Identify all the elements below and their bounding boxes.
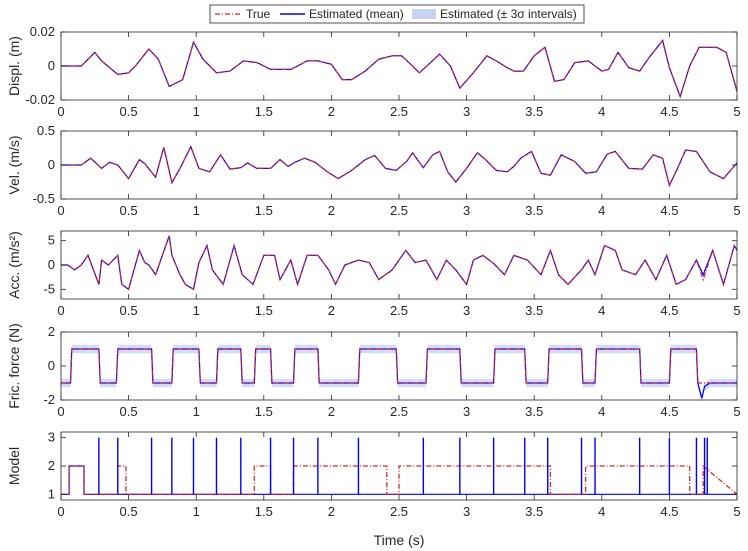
x-tick-label: 3.5: [525, 504, 543, 519]
y-tick-label: 0: [48, 358, 55, 373]
legend-band-swatch: [412, 9, 436, 19]
y-axis-label: Model: [6, 447, 22, 485]
y-tick-label: 0: [48, 58, 55, 73]
y-tick-label: -5: [43, 281, 55, 296]
x-tick-label: 1: [193, 504, 200, 519]
x-tick-label: 1: [193, 303, 200, 318]
y-tick-label: 1: [48, 486, 55, 501]
x-tick-label: 1.5: [255, 303, 273, 318]
x-axis-label: Time (s): [374, 532, 425, 548]
x-tick-label: 4.5: [660, 203, 678, 218]
x-tick-label: 2.5: [390, 303, 408, 318]
x-tick-label: 2: [328, 404, 335, 419]
legend-mean-label: Estimated (mean): [309, 7, 404, 21]
y-tick-label: 5: [48, 233, 55, 248]
y-axis-label: Displ. (m): [6, 36, 22, 96]
x-tick-label: 2.5: [390, 504, 408, 519]
x-tick-label: 1.5: [255, 104, 273, 119]
x-tick-label: 2.5: [390, 104, 408, 119]
x-tick-label: 0.5: [120, 404, 138, 419]
x-tick-label: 5: [733, 303, 740, 318]
y-axis-label: Fric. force (N): [6, 323, 22, 409]
x-tick-label: 3: [463, 104, 470, 119]
x-tick-label: 0.5: [120, 203, 138, 218]
panel-5: 1 2 3 0 0.5 1 1.5 2 2.5 3 3.5 4 4.5 5 Model: [6, 430, 741, 519]
x-tick-label: 0.5: [120, 504, 138, 519]
panel-4: -2020 0.5 1 1.5 2 2.5 3 3.5 4 4.5 5Fric. force (N): [6, 323, 741, 419]
x-tick-label: 5: [733, 404, 740, 419]
x-tick-label: 4.5: [660, 404, 678, 419]
x-tick-label: 5: [733, 203, 740, 218]
y-axis-label: Acc. (m/s²): [6, 231, 22, 299]
x-tick-label: 1.5: [255, 404, 273, 419]
x-tick-label: 3: [463, 203, 470, 218]
plot-area: [61, 231, 737, 299]
x-tick-label: 3.5: [525, 303, 543, 318]
x-tick-label: 4: [598, 104, 605, 119]
x-tick-label: 2.5: [390, 404, 408, 419]
x-tick-label: 1.5: [255, 203, 273, 218]
x-tick-label: 2: [328, 203, 335, 218]
x-tick-label: 0: [57, 203, 64, 218]
x-tick-label: 2: [328, 504, 335, 519]
x-tick-label: 4: [598, 303, 605, 318]
x-tick-label: 5: [733, 504, 740, 519]
x-tick-label: 5: [733, 104, 740, 119]
x-tick-label: 4: [598, 203, 605, 218]
legend-band-label: Estimated (± 3σ intervals): [440, 7, 577, 21]
x-tick-label: 4.5: [660, 303, 678, 318]
x-tick-label: 2: [328, 104, 335, 119]
x-tick-label: 4: [598, 404, 605, 419]
x-tick-label: 1.5: [255, 504, 273, 519]
x-tick-label: 3: [463, 404, 470, 419]
panel-2: -0.500.50 0.5 1 1.5 2 2.5 3 3.5 4 4.5 5Vel. (m/s): [6, 123, 741, 218]
x-tick-label: 3.5: [525, 203, 543, 218]
x-tick-label: 4.5: [660, 104, 678, 119]
legend: True Estimated (mean) Estimated (± 3σ in…: [209, 4, 585, 24]
x-tick-label: 0: [57, 504, 64, 519]
y-tick-label: -2: [43, 392, 55, 407]
x-tick-label: 1: [193, 203, 200, 218]
figure: True Estimated (mean) Estimated (± 3σ in…: [6, 4, 741, 548]
y-tick-label: 0.02: [30, 24, 55, 39]
x-tick-label: 0: [57, 303, 64, 318]
x-tick-label: 3.5: [525, 404, 543, 419]
x-tick-label: 2.5: [390, 203, 408, 218]
x-tick-label: 0.5: [120, 303, 138, 318]
panel-3: -5050 0.5 1 1.5 2 2.5 3 3.5 4 4.5 5Acc. (m/s²): [6, 230, 741, 318]
x-tick-label: 3: [463, 504, 470, 519]
legend-true-label: True: [246, 7, 271, 21]
plot-area: [61, 32, 737, 100]
panel-1: -0.0200.020 0.5 1 1.5 2 2.5 3 3.5 4 4.5 5Displ. (m…: [6, 24, 741, 119]
plot-area: [61, 332, 737, 400]
y-tick-label: 3: [48, 430, 55, 445]
x-tick-label: 4.5: [660, 504, 678, 519]
y-tick-label: 2: [48, 458, 55, 473]
x-tick-label: 0: [57, 104, 64, 119]
y-tick-label: -0.5: [33, 191, 55, 206]
x-tick-label: 0: [57, 404, 64, 419]
plot-area: [61, 131, 737, 199]
x-tick-label: 1: [193, 404, 200, 419]
x-tick-label: 3: [463, 303, 470, 318]
y-tick-label: 0: [48, 257, 55, 272]
x-tick-label: 1: [193, 104, 200, 119]
x-tick-label: 0.5: [120, 104, 138, 119]
y-tick-label: -0.02: [25, 92, 55, 107]
y-tick-label: 2: [48, 324, 55, 339]
x-tick-label: 3.5: [525, 104, 543, 119]
x-tick-label: 2: [328, 303, 335, 318]
y-tick-label: 0: [48, 157, 55, 172]
y-axis-label: Vel. (m/s): [6, 135, 22, 194]
x-tick-label: 4: [598, 504, 605, 519]
y-tick-label: 0.5: [37, 123, 55, 138]
